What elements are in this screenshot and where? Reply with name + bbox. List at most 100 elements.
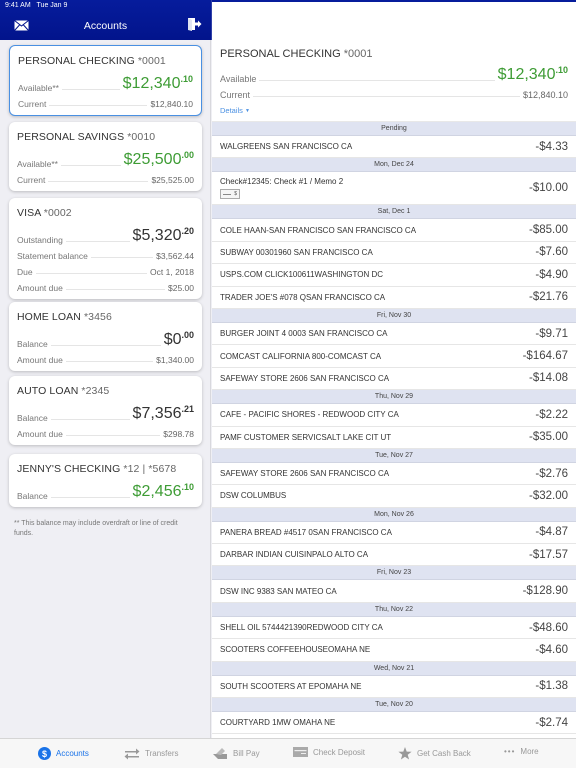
transaction-row[interactable]: DARBAR INDIAN CUISINPALO ALTO CA -$17.57 [212, 544, 576, 567]
transaction-amount: -$21.76 [528, 291, 568, 304]
details-label: Details [220, 106, 243, 115]
tab-check-deposit[interactable]: Check Deposit [293, 747, 365, 757]
date-section-header: Mon, Dec 24 [212, 158, 576, 173]
transaction-row[interactable]: SOUTH SCOOTERS AT EPOMAHA NE -$1.38 [212, 676, 576, 699]
transaction-amount: -$4.60 [535, 643, 568, 656]
logout-icon[interactable] [187, 17, 202, 31]
tab-accounts[interactable]: $ Accounts [38, 747, 89, 760]
balance-label: Amount due [17, 355, 63, 365]
account-card[interactable]: PERSONAL CHECKING *0001 Available** $12,… [9, 45, 202, 116]
transaction-amount: -$9.71 [535, 327, 568, 340]
balance-row: Amount due $25.00 [17, 277, 194, 293]
account-card[interactable]: VISA *0002 Outstanding $5,320.20 Stateme… [9, 198, 202, 299]
primary-balance-label: Available** [18, 83, 59, 93]
transaction-row[interactable]: SHELL OIL 5744421390REDWOOD CITY CA -$48… [212, 617, 576, 640]
details-link[interactable]: Details ▼ [220, 106, 250, 115]
transaction-amount: -$128.90 [522, 585, 568, 598]
date-section-header: Fri, Nov 30 [212, 308, 576, 323]
transaction-amount: -$48.60 [528, 621, 568, 634]
transaction-row[interactable]: PANERA BREAD #4517 0SAN FRANCISCO CA -$4… [212, 522, 576, 545]
account-number: *12 | *5678 [123, 463, 177, 475]
primary-balance-label: Balance [17, 413, 48, 423]
transaction-description: PAMF CUSTOMER SERVICSALT LAKE CIT UT [220, 432, 392, 442]
transaction-row[interactable]: DSW COLUMBUS -$32.00 [212, 485, 576, 508]
leader-line [61, 89, 120, 90]
balance-value: $1,340.00 [156, 355, 194, 365]
date-section-header: Thu, Nov 29 [212, 390, 576, 405]
accounts-title: Accounts [83, 20, 128, 32]
account-card[interactable]: PERSONAL SAVINGS *0010 Available** $25,5… [9, 122, 202, 191]
date-section-header: Sat, Dec 1 [212, 205, 576, 220]
account-name: HOME LOAN [17, 311, 81, 323]
leader-line [49, 105, 148, 106]
transaction-row[interactable]: USPS.COM CLICK100611WASHINGTON DC -$4.90 [212, 264, 576, 287]
tab-get-cash-back[interactable]: Get Cash Back [398, 747, 471, 760]
transaction-row[interactable]: CAFE - PACIFIC SHORES - REDWOOD CITY CA … [212, 404, 576, 427]
transaction-amount: -$32.00 [528, 489, 568, 502]
primary-balance-label: Outstanding [17, 235, 63, 245]
primary-balance-value: $7,356.21 [132, 404, 194, 422]
transaction-row[interactable]: DSW INC 9383 SAN MATEO CA -$128.90 [212, 580, 576, 603]
tab-transfers[interactable]: Transfers [124, 747, 179, 760]
transaction-row[interactable]: COMCAST CALIFORNIA 800-COMCAST CA -$164.… [212, 345, 576, 368]
leader-line [48, 181, 149, 182]
date-section-header: Mon, Nov 26 [212, 507, 576, 522]
tab-label: Accounts [56, 749, 89, 758]
leader-line [259, 80, 495, 81]
transaction-description: DARBAR INDIAN CUISINPALO ALTO CA [220, 550, 369, 560]
transaction-row[interactable]: SUBWAY 00301960 SAN FRANCISCO CA -$7.60 [212, 242, 576, 265]
tab-more[interactable]: ••• More [504, 747, 539, 756]
account-summary: PERSONAL CHECKING *0001 Available $12,34… [212, 40, 576, 122]
tab-label: More [520, 747, 539, 756]
transaction-row[interactable]: Check#12345: Check #1 / Memo 2 $ -$10.00 [212, 172, 576, 206]
account-history-header: Account History [212, 12, 576, 40]
check-image-icon[interactable]: $ [220, 189, 240, 200]
transaction-row[interactable]: COURTYARD 1MW OMAHA NE -$2.74 [212, 712, 576, 735]
balance-value: Oct 1, 2018 [150, 267, 194, 277]
account-number: *0001 [137, 55, 166, 67]
transaction-amount: -$17.57 [528, 548, 568, 561]
transaction-amount: -$35.00 [528, 431, 568, 444]
transaction-description: Check#12345: Check #1 / Memo 2 [220, 177, 344, 187]
transaction-row[interactable]: PAMF CUSTOMER SERVICSALT LAKE CIT UT -$3… [212, 427, 576, 449]
balance-value: $25,525.00 [151, 175, 194, 185]
balance-footnote: ** This balance may include overdraft or… [14, 520, 178, 537]
transaction-amount: -$14.08 [528, 372, 568, 385]
transaction-row[interactable]: SAFEWAY STORE 2606 SAN FRANCISCO CA -$14… [212, 368, 576, 391]
transaction-amount: -$1.38 [535, 680, 568, 693]
transaction-row[interactable]: COLE HAAN-SAN FRANCISCO SAN FRANCISCO CA… [212, 219, 576, 242]
available-row: Available $12,340.10 [220, 65, 568, 84]
account-card-title: VISA *0002 [17, 207, 194, 219]
transaction-row[interactable]: TRADER JOE'S #078 QSAN FRANCISCO CA -$21… [212, 287, 576, 309]
transaction-description: DSW COLUMBUS [220, 491, 287, 501]
transaction-amount: -$7.60 [535, 246, 568, 259]
transaction-description: USPS.COM CLICK100611WASHINGTON DC [220, 270, 384, 280]
account-name: AUTO LOAN [17, 385, 79, 397]
transaction-row[interactable]: WALGREENS SAN FRANCISCO CA -$4.33 [212, 136, 576, 159]
transaction-description: WALGREENS SAN FRANCISCO CA [220, 142, 353, 152]
tab-bill-pay[interactable]: Bill Pay [212, 747, 260, 760]
transaction-description: COLE HAAN-SAN FRANCISCO SAN FRANCISCO CA [220, 225, 417, 235]
date-section-header: Wed, Nov 21 [212, 661, 576, 676]
account-card[interactable]: HOME LOAN *3456 Balance $0.00 Amount due… [9, 302, 202, 371]
transaction-description: SOUTH SCOOTERS AT EPOMAHA NE [220, 681, 362, 691]
transaction-row[interactable]: BURGER JOINT 4 0003 SAN FRANCISCO CA -$9… [212, 323, 576, 346]
account-card-title: JENNY'S CHECKING *12 | *5678 [17, 463, 194, 475]
transaction-row[interactable]: SAFEWAY STORE 2606 SAN FRANCISCO CA -$2.… [212, 463, 576, 486]
account-card[interactable]: AUTO LOAN *2345 Balance $7,356.21 Amount… [9, 376, 202, 445]
account-summary-title: PERSONAL CHECKING *0001 [220, 48, 568, 60]
tab-label: Get Cash Back [417, 749, 471, 758]
account-card[interactable]: JENNY'S CHECKING *12 | *5678 Balance $2,… [9, 454, 202, 507]
transaction-description: TRADER JOE'S #078 QSAN FRANCISCO CA [220, 292, 386, 302]
transaction-row[interactable]: SCOOTERS COFFEEHOUSEOMAHA NE -$4.60 [212, 639, 576, 662]
account-name: JENNY'S CHECKING [17, 463, 121, 475]
leader-line [50, 345, 161, 346]
balance-label: Statement balance [17, 251, 88, 261]
balance-row: Due Oct 1, 2018 [17, 261, 194, 277]
leader-line [253, 96, 520, 97]
transaction-description-group: Check#12345: Check #1 / Memo 2 $ [220, 177, 344, 200]
transaction-description: SAFEWAY STORE 2606 SAN FRANCISCO CA [220, 373, 390, 383]
transaction-description: SHELL OIL 5744421390REDWOOD CITY CA [220, 623, 383, 633]
account-number: *0002 [43, 207, 72, 219]
account-history-title: Account History [357, 20, 431, 32]
